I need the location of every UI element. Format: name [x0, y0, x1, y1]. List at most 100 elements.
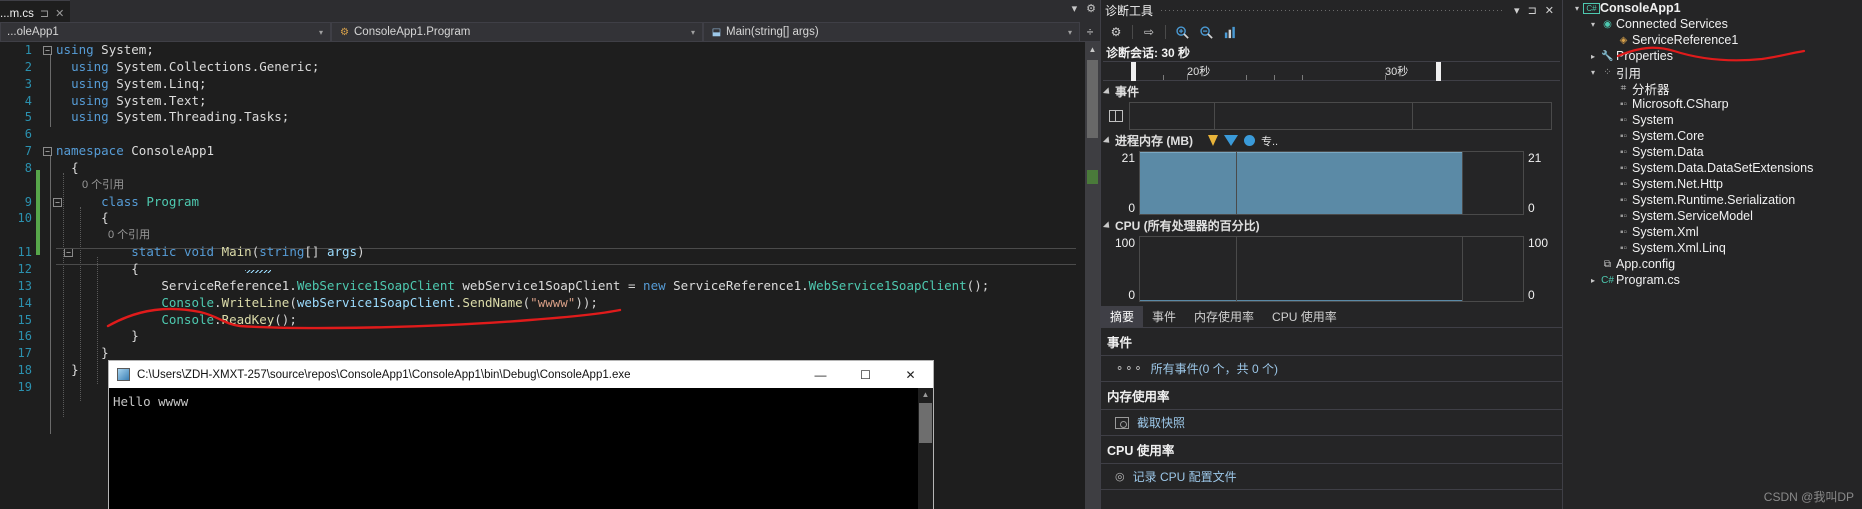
class-scope-dropdown[interactable]: ⚙ ConsoleApp1.Program ▾	[331, 22, 703, 42]
console-scrollbar[interactable]: ▲	[918, 388, 933, 509]
expander-icon[interactable]	[1102, 220, 1113, 231]
solution-explorer: ▾ C# ConsoleApp1 ▾ ◉ Connected Services ◈ Servi…	[1562, 0, 1862, 509]
chevron-down-icon[interactable]: ▾	[1063, 28, 1077, 37]
solution-item-app-config[interactable]: ⧉ App.config	[1563, 256, 1862, 272]
expander-icon[interactable]	[1102, 86, 1113, 97]
expander-icon[interactable]	[1102, 135, 1113, 146]
scroll-up-arrow-icon[interactable]: ▲	[1085, 42, 1100, 57]
axis-max-label: 100	[1528, 236, 1549, 250]
assembly-icon: ▪▫	[1619, 130, 1628, 142]
timeline-ruler[interactable]: 20秒 30秒	[1103, 61, 1560, 81]
solution-item-system-servicemodel[interactable]: ▪▫ System.ServiceModel	[1563, 208, 1862, 224]
solution-item-label: System.Net.Http	[1632, 177, 1723, 191]
summary-memory-header: 内存使用率	[1101, 382, 1562, 410]
solution-item-system-xml-linq[interactable]: ▪▫ System.Xml.Linq	[1563, 240, 1862, 256]
scrollbar-thumb[interactable]	[1087, 60, 1098, 138]
console-titlebar[interactable]: C:\Users\ZDH-XMXT-257\source\repos\Conso…	[109, 361, 933, 388]
all-events-link[interactable]: 所有事件(0 个，共 0 个)	[1151, 360, 1278, 377]
export-icon[interactable]: ⇨	[1138, 22, 1160, 42]
gear-icon[interactable]: ⚙	[1086, 2, 1096, 15]
solution-item-connected-services[interactable]: ▾ ◉ Connected Services	[1563, 16, 1862, 32]
maximize-button[interactable]: ☐	[843, 361, 888, 388]
zoom-in-icon[interactable]	[1171, 22, 1193, 42]
tab-memory[interactable]: 内存使用率	[1185, 306, 1263, 327]
code-text[interactable]: using System; using System.Collections.G…	[56, 42, 1085, 379]
close-icon[interactable]: ✕	[1541, 4, 1558, 17]
zoom-out-icon[interactable]	[1195, 22, 1217, 42]
solution-item-consoleapp1[interactable]: ▾ C# ConsoleApp1	[1563, 0, 1862, 16]
chevron-down-icon[interactable]: ▾	[686, 28, 700, 37]
summary-cpu-item[interactable]: ◎ 记录 CPU 配置文件	[1101, 464, 1562, 490]
solution-item-properties[interactable]: ▸ 🔧 Properties	[1563, 48, 1862, 64]
ruler-start-marker	[1131, 62, 1136, 81]
minimize-button[interactable]: —	[798, 361, 843, 388]
solution-item-system-xml[interactable]: ▪▫ System.Xml	[1563, 224, 1862, 240]
fold-toggle-usings[interactable]: −	[43, 46, 52, 55]
solution-item-[interactable]: ▾ ⁘ 引用	[1563, 64, 1862, 81]
solution-item-system-data-datasetextensions[interactable]: ▪▫ System.Data.DataSetExtensions	[1563, 160, 1862, 176]
pin-icon[interactable]: ⊐	[1524, 4, 1541, 17]
pin-icon[interactable]: ⊐	[40, 7, 49, 20]
solution-item-label: System.Xml.Linq	[1632, 241, 1726, 255]
solution-item-system[interactable]: ▪▫ System	[1563, 112, 1862, 128]
solution-item-program-cs[interactable]: ▸ C# Program.cs	[1563, 272, 1862, 288]
axis-min-label: 0	[1128, 201, 1135, 215]
expander-icon[interactable]: ▸	[1587, 276, 1599, 285]
chevron-down-icon[interactable]: ▾	[1510, 4, 1524, 17]
summary-events-item[interactable]: ⚬⚬⚬ 所有事件(0 个，共 0 个)	[1101, 356, 1562, 382]
fold-toggle-namespace[interactable]: −	[43, 147, 52, 156]
expander-icon[interactable]: ▸	[1587, 52, 1599, 61]
solution-item-system-net-http[interactable]: ▪▫ System.Net.Http	[1563, 176, 1862, 192]
solution-item-system-runtime-serialization[interactable]: ▪▫ System.Runtime.Serialization	[1563, 192, 1862, 208]
tab-events[interactable]: 事件	[1143, 306, 1185, 327]
memory-section-header[interactable]: 进程内存 (MB) 专..	[1101, 130, 1562, 151]
solution-item-microsoft-csharp[interactable]: ▪▫ Microsoft.CSharp	[1563, 96, 1862, 112]
solution-tree[interactable]: ▾ C# ConsoleApp1 ▾ ◉ Connected Services ◈ Servi…	[1563, 0, 1862, 288]
chevron-down-icon[interactable]: ▾	[1072, 2, 1078, 15]
summary-memory-item[interactable]: 截取快照	[1101, 410, 1562, 436]
expander-icon[interactable]: ▾	[1571, 4, 1583, 13]
cpu-graph[interactable]	[1139, 236, 1524, 302]
solution-item-[interactable]: ⌗ 分析器	[1563, 80, 1862, 97]
codelens-class-references[interactable]: 0 个引用	[56, 177, 1085, 194]
assembly-icon: ▪▫	[1619, 226, 1628, 238]
console-window[interactable]: C:\Users\ZDH-XMXT-257\source\repos\Conso…	[108, 360, 934, 509]
member-scope-dropdown[interactable]: ⬓ Main(string[] args) ▾	[703, 22, 1080, 42]
file-scope-dropdown[interactable]: ...oleApp1 ▾	[0, 22, 331, 42]
record-cpu-link[interactable]: 记录 CPU 配置文件	[1133, 468, 1237, 485]
scrollbar-thumb[interactable]	[919, 403, 932, 443]
editor-vertical-scrollbar[interactable]: ▲	[1085, 42, 1100, 509]
console-output-area[interactable]: Hello wwww ▲	[109, 388, 933, 509]
close-icon[interactable]: ✕	[55, 7, 64, 20]
ruler-tick	[1385, 75, 1386, 80]
solution-item-system-data[interactable]: ▪▫ System.Data	[1563, 144, 1862, 160]
solution-item-label: System.Data.DataSetExtensions	[1632, 161, 1814, 175]
line-number: 5	[24, 110, 32, 125]
chevron-down-icon[interactable]: ▾	[314, 28, 328, 37]
tab-cpu-usage[interactable]: CPU 使用率	[1263, 306, 1346, 327]
cpu-section-header[interactable]: CPU (所有处理器的百分比)	[1101, 215, 1562, 236]
fold-column: − − − −	[42, 42, 73, 509]
console-title-text: C:\Users\ZDH-XMXT-257\source\repos\Conso…	[137, 368, 631, 381]
solution-item-label: Properties	[1616, 49, 1673, 63]
code-line: class Program	[101, 193, 200, 209]
split-window-icon[interactable]: ÷	[1080, 22, 1100, 41]
solution-item-system-core[interactable]: ▪▫ System.Core	[1563, 128, 1862, 144]
tab-summary[interactable]: 摘要	[1101, 306, 1144, 327]
tab-program-cs[interactable]: ...m.cs ⊐ ✕	[0, 0, 71, 22]
take-snapshot-link[interactable]: 截取快照	[1137, 414, 1185, 431]
expander-icon[interactable]: ▾	[1587, 68, 1599, 77]
codelens-method-references[interactable]: 0 个引用	[56, 227, 1085, 244]
events-track[interactable]	[1129, 102, 1552, 130]
chart-icon[interactable]	[1219, 22, 1241, 42]
scroll-up-arrow-icon[interactable]: ▲	[918, 388, 933, 402]
config-file-icon: ⧉	[1603, 258, 1612, 270]
settings-icon[interactable]: ⚙	[1105, 22, 1127, 42]
solution-item-servicereference1[interactable]: ◈ ServiceReference1	[1563, 32, 1862, 48]
connected-services-icon: ◉	[1603, 18, 1612, 30]
close-button[interactable]: ✕	[888, 361, 933, 388]
expander-icon[interactable]: ▾	[1587, 20, 1599, 29]
memory-graph[interactable]	[1139, 151, 1524, 215]
events-track-row	[1101, 102, 1562, 130]
events-section-header[interactable]: 事件	[1101, 81, 1562, 102]
